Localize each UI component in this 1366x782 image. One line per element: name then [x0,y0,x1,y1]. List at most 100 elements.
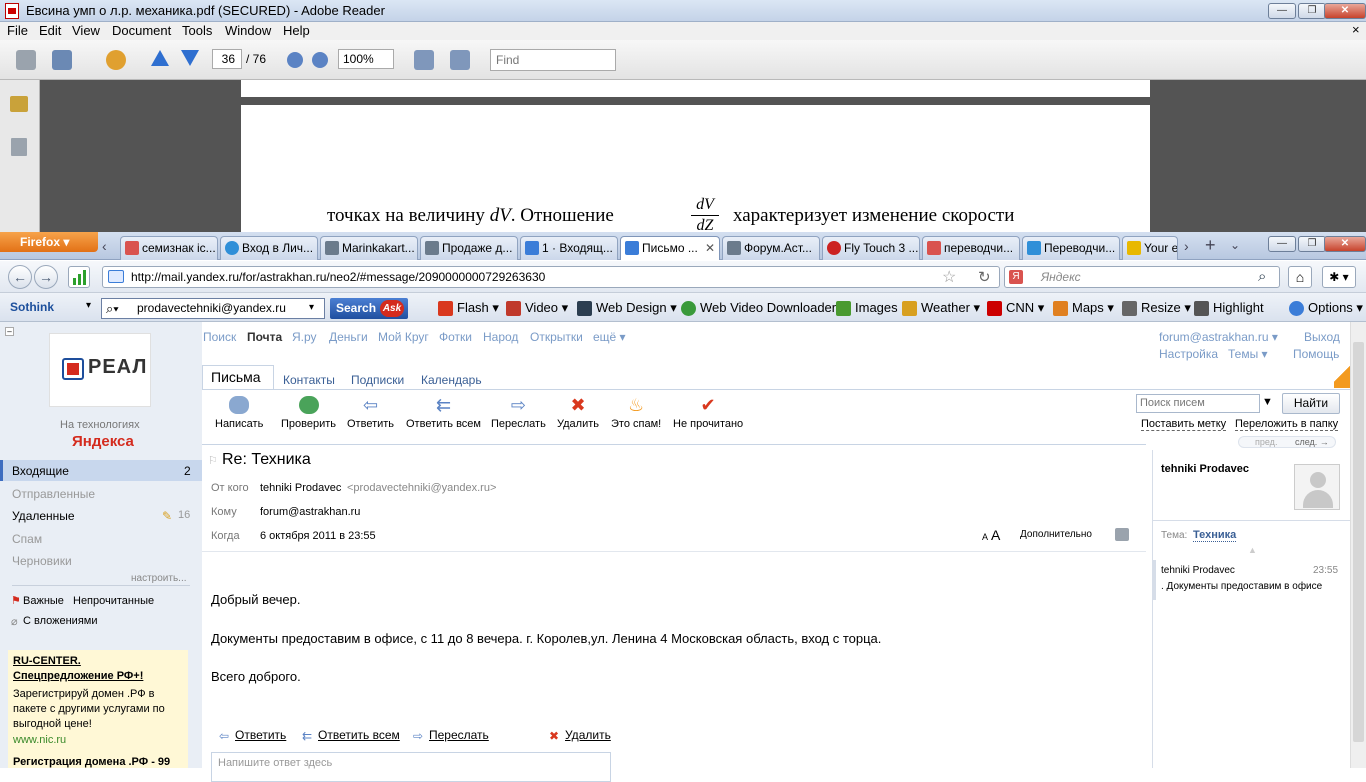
avatar[interactable] [1294,464,1340,510]
from-name[interactable]: tehniki Prodavec [260,482,341,494]
prev-link[interactable]: пред. [1255,437,1277,447]
bookmark-web-design[interactable]: Web Design ▾ [577,300,677,316]
scrollbar-thumb[interactable] [1353,342,1364,742]
ff-minimize-button[interactable]: — [1268,236,1296,252]
zoom-out-icon[interactable] [287,52,303,68]
help-link[interactable]: Помощь [1293,347,1339,361]
folder-deleted[interactable]: Удаленные [12,509,75,523]
topic-value[interactable]: Техника [1193,529,1237,542]
ff-close-button[interactable]: ✕ [1324,236,1366,252]
next-page-icon[interactable] [181,50,199,66]
tab-9[interactable]: переводчи... [922,236,1020,260]
sothink-logo[interactable]: Sothink [10,300,54,314]
nav-postcards[interactable]: Открытки [530,330,583,344]
themes-link[interactable]: Темы ▾ [1228,347,1268,361]
tab-11[interactable]: Your e [1122,236,1178,260]
addon-icon[interactable]: ✱ ▾ [1322,266,1356,288]
more-link[interactable]: Дополнительно [1020,529,1092,540]
tab-3[interactable]: Marinkakart... [320,236,418,260]
new-tab-icon[interactable]: + [1205,235,1216,256]
ad-subtitle[interactable]: Спецпредложение РФ+! [13,670,143,682]
forward-button[interactable]: ⇨ Переслать [491,396,546,430]
maximize-button[interactable]: ❐ [1298,3,1326,19]
nav-mail[interactable]: Почта [247,330,282,344]
ask-dropdown-icon[interactable]: ▾ [309,302,314,313]
quick-reply-textarea[interactable]: Напишите ответ здесь [211,752,611,782]
label-important[interactable]: Важные [23,595,64,607]
zoom-select[interactable]: 100% [338,49,394,69]
bookmark-images[interactable]: Images [836,300,898,316]
font-smaller-button[interactable]: A [982,532,988,542]
yandex-logo[interactable]: Яндекса [72,433,134,450]
font-larger-button[interactable]: A [991,527,1000,543]
bookmark-options[interactable]: Options ▾ [1289,300,1363,316]
tab-4[interactable]: Продаже д... [420,236,518,260]
bookmark-resize[interactable]: Resize ▾ [1122,300,1191,316]
reload-icon[interactable]: ↻ [978,268,991,286]
stats-icon[interactable] [68,266,90,288]
share-icon[interactable] [52,50,72,70]
tab-calendar[interactable]: Календарь [421,373,482,387]
bookmark-maps[interactable]: Maps ▾ [1053,300,1114,316]
tab-5[interactable]: 1 · Входящ... [520,236,618,260]
page-number-input[interactable]: 36 [212,49,242,69]
tab-contacts[interactable]: Контакты [283,373,335,387]
menu-edit[interactable]: Edit [39,23,61,38]
tab-subscriptions[interactable]: Подписки [351,373,404,387]
ad-block[interactable]: RU-CENTER. Спецпредложение РФ+! Зарегист… [8,650,188,768]
bookmark-web-video-downloader[interactable]: Web Video Downloader [681,300,836,316]
tab-letters[interactable]: Письма [202,365,274,390]
folder-spam[interactable]: Спам [12,532,42,546]
magnifier-icon[interactable]: ⌕▾ [106,301,119,317]
search-options-dropdown-icon[interactable]: ▼ [1262,396,1273,408]
broom-icon[interactable]: ✎ [162,509,172,523]
nav-search[interactable]: Поиск [203,330,236,344]
prev-page-icon[interactable] [151,50,169,66]
fit-width-icon[interactable] [414,50,434,70]
compose-button[interactable]: Написать [215,396,263,430]
logout-link[interactable]: Выход [1304,330,1340,344]
menu-view[interactable]: View [72,23,100,38]
bookmark-cnn[interactable]: CNN ▾ [987,300,1044,316]
forward-link[interactable]: ⇨ Переслать [413,728,489,743]
nav-moikrug[interactable]: Мой Круг [378,330,429,344]
folder-sent[interactable]: Отправленные [12,487,95,501]
tab-8[interactable]: Fly Touch 3 ... [822,236,920,260]
search-icon[interactable]: ⌕ [1258,268,1266,285]
minimize-button[interactable]: — [1268,3,1296,19]
ff-maximize-button[interactable]: ❐ [1298,236,1326,252]
contact-name[interactable]: tehniki Prodavec [1161,463,1249,475]
spam-button[interactable]: ♨ Это спам! [611,396,661,430]
print-message-icon[interactable] [1115,528,1129,541]
next-link[interactable]: след. → [1295,437,1329,447]
tab-2[interactable]: Вход в Лич... [220,236,318,260]
reply-link[interactable]: ⇦ Ответить [219,728,286,743]
settings-link[interactable]: Настройка [1159,347,1218,361]
bookmark-flash[interactable]: Flash ▾ [438,300,499,316]
tab-list-icon[interactable]: ⌄ [1230,238,1240,252]
move-folder-link[interactable]: Переложить в папку [1235,418,1339,431]
close-doc-icon[interactable]: × [1352,22,1360,37]
bookmark-highlight[interactable]: Highlight [1194,300,1264,316]
tab-scroll-right-icon[interactable]: › [1184,238,1189,254]
user-menu[interactable]: forum@astrakhan.ru ▾ [1159,330,1278,344]
ask-search-button[interactable]: Search Ask [330,298,408,319]
home-icon[interactable]: ⌂ [1288,266,1312,288]
thread-item[interactable]: tehniki Prodavec 23:55 . Документы предо… [1153,560,1350,600]
delete-link[interactable]: ✖ Удалить [549,728,611,743]
print-icon[interactable] [16,50,36,70]
page-scrollbar[interactable] [1350,322,1366,768]
fit-page-icon[interactable] [450,50,470,70]
nav-money[interactable]: Деньги [329,330,368,344]
pages-icon[interactable] [11,138,27,156]
forward-icon[interactable]: → [34,265,58,289]
folder-inbox[interactable]: Входящие 2 [0,460,202,481]
collapse-arrow-icon[interactable]: ▲ [1248,545,1257,555]
nav-photos[interactable]: Фотки [439,330,472,344]
flag-outline-icon[interactable]: ⚐ [208,454,218,467]
reply-all-button[interactable]: ⇇ Ответить всем [406,396,481,430]
back-icon[interactable]: ← [8,265,32,289]
ask-search-input[interactable]: prodavectehniki@yandex.ru [101,298,325,319]
label-unread[interactable]: Непрочитанные [73,595,154,607]
find-button[interactable]: Найти [1282,393,1340,414]
